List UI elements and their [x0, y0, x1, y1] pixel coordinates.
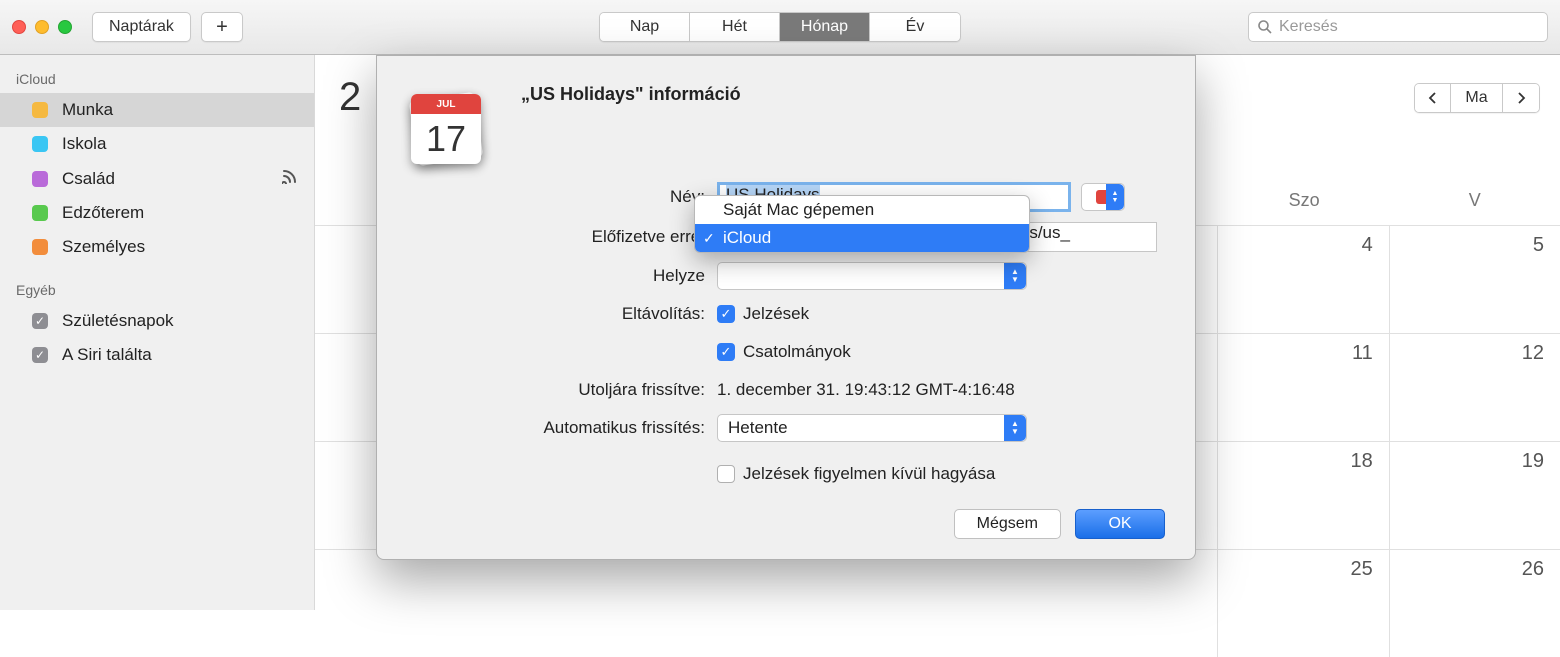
last-updated-value: 1. december 31. 19:43:12 GMT-4:16:48 [717, 380, 1015, 400]
checkbox-icon[interactable]: ✓ [32, 347, 48, 363]
cancel-button[interactable]: Mégsem [954, 509, 1061, 539]
location-select[interactable]: ▲▼ [717, 262, 1027, 290]
sidebar-item-munka[interactable]: Munka [0, 93, 314, 127]
sidebar-item-birthdays[interactable]: ✓ Születésnapok [0, 304, 314, 338]
remove-attachments-label: Csatolmányok [743, 342, 851, 362]
day-number[interactable]: 5 [1533, 234, 1544, 257]
auto-refresh-label: Automatikus frissítés: [407, 418, 717, 438]
sidebar-item-edzoterem[interactable]: Edzőterem [0, 196, 314, 230]
add-button[interactable]: + [201, 12, 243, 42]
dropdown-item-local[interactable]: Saját Mac gépemen [695, 196, 1029, 224]
search-placeholder: Keresés [1279, 18, 1338, 36]
ok-button[interactable]: OK [1075, 509, 1165, 539]
sidebar-group-header: Egyéb [0, 276, 314, 304]
sidebar-item-csalad[interactable]: Család [0, 161, 314, 196]
next-button[interactable] [1503, 84, 1539, 112]
search-icon [1257, 19, 1273, 35]
weekday-label: V [1389, 190, 1560, 211]
weekday-label: Szo [1219, 190, 1390, 211]
sidebar-item-siri[interactable]: ✓ A Siri találta [0, 338, 314, 372]
maximize-window-icon[interactable] [58, 20, 72, 34]
minimize-window-icon[interactable] [35, 20, 49, 34]
prev-button[interactable] [1415, 84, 1451, 112]
sidebar-item-label: Edzőterem [62, 203, 298, 223]
sidebar-item-label: Iskola [62, 134, 298, 154]
sidebar-item-label: A Siri találta [62, 345, 298, 365]
sidebar-item-label: Munka [62, 100, 298, 120]
day-number[interactable]: 11 [1352, 342, 1373, 365]
dropdown-item-icloud[interactable]: ✓ iCloud [695, 224, 1029, 252]
segment-day[interactable]: Nap [600, 13, 690, 41]
broadcast-icon [282, 168, 298, 189]
icon-day-label: 17 [411, 114, 481, 164]
month-title: 2 [339, 75, 361, 120]
segment-month[interactable]: Hónap [780, 13, 870, 41]
calendar-app-icon: JUL 17 [407, 90, 485, 168]
stepper-arrows-icon: ▲▼ [1106, 184, 1124, 210]
auto-refresh-select[interactable]: Hetente ▲▼ [717, 414, 1027, 442]
sidebar-item-iskola[interactable]: Iskola [0, 127, 314, 161]
location-label: Helyze [407, 266, 717, 286]
checkbox-icon[interactable]: ✓ [32, 313, 48, 329]
calendar-color-swatch [32, 136, 48, 152]
sidebar-item-label: Család [62, 169, 282, 189]
ignore-alerts-checkbox[interactable] [717, 465, 735, 483]
remove-alerts-checkbox[interactable]: ✓ [717, 305, 735, 323]
window-controls [12, 20, 72, 34]
view-segment: Nap Hét Hónap Év [599, 12, 961, 42]
chevron-left-icon [1428, 92, 1438, 104]
chevron-right-icon [1516, 92, 1526, 104]
today-button[interactable]: Ma [1451, 84, 1503, 112]
sidebar: iCloud Munka Iskola Család Edzőterem Sze… [0, 55, 315, 610]
sidebar-item-szemelyes[interactable]: Személyes [0, 230, 314, 264]
segment-week[interactable]: Hét [690, 13, 780, 41]
check-icon: ✓ [703, 230, 715, 247]
day-number[interactable]: 25 [1350, 558, 1372, 581]
day-number[interactable]: 26 [1522, 558, 1544, 581]
icon-month-label: JUL [411, 94, 481, 114]
stepper-arrows-icon: ▲▼ [1004, 263, 1026, 289]
name-label: Név: [407, 187, 717, 207]
subscribed-label: Előfizetve erre: [407, 227, 717, 247]
day-number[interactable]: 19 [1522, 450, 1544, 473]
calendars-button[interactable]: Naptárak [92, 12, 191, 42]
calendar-color-swatch [32, 102, 48, 118]
segment-year[interactable]: Év [870, 13, 960, 41]
sidebar-item-label: Személyes [62, 237, 298, 257]
day-number[interactable]: 4 [1362, 234, 1373, 257]
day-number[interactable]: 12 [1522, 342, 1544, 365]
calendar-color-swatch [32, 239, 48, 255]
remove-label: Eltávolítás: [407, 304, 717, 324]
ignore-alerts-label: Jelzések figyelmen kívül hagyása [743, 464, 995, 484]
close-window-icon[interactable] [12, 20, 26, 34]
search-input[interactable]: Keresés [1248, 12, 1548, 42]
month-nav: Ma [1414, 83, 1540, 113]
dialog-title: „US Holidays" információ [521, 84, 741, 105]
calendar-color-swatch [32, 205, 48, 221]
sidebar-group-header: iCloud [0, 65, 314, 93]
last-updated-label: Utoljára frissítve: [407, 380, 717, 400]
calendar-info-dialog: JUL 17 „US Holidays" információ Név: US … [376, 55, 1196, 560]
location-dropdown: Saját Mac gépemen ✓ iCloud [694, 195, 1030, 253]
color-picker[interactable]: ▲▼ [1081, 183, 1125, 211]
remove-attachments-checkbox[interactable]: ✓ [717, 343, 735, 361]
stepper-arrows-icon: ▲▼ [1004, 415, 1026, 441]
day-number[interactable]: 18 [1350, 450, 1372, 473]
sidebar-item-label: Születésnapok [62, 311, 298, 331]
title-bar: Naptárak + Nap Hét Hónap Év Keresés [0, 0, 1560, 55]
remove-alerts-label: Jelzések [743, 304, 809, 324]
calendar-color-swatch [32, 171, 48, 187]
